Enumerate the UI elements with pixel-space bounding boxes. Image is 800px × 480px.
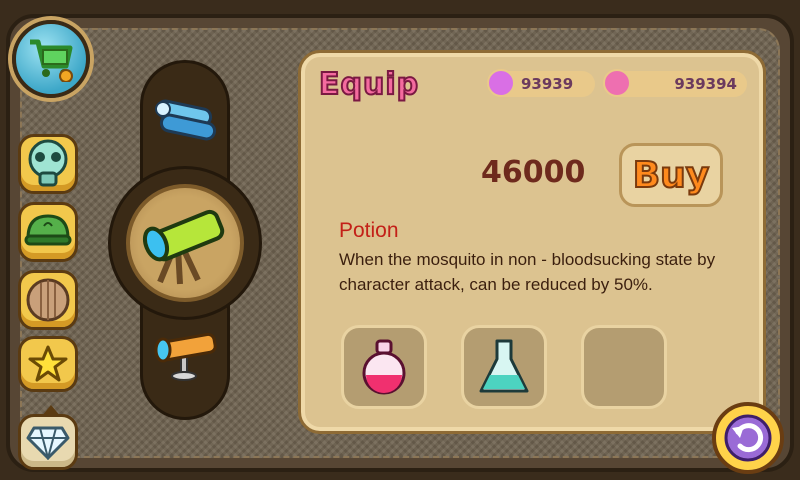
teal-flask-icon [479,339,529,393]
telescope-item-orange[interactable] [150,322,222,386]
diamond-icon [26,426,70,460]
item-slot-red-potion[interactable] [341,325,427,409]
green-telescope-icon [142,209,225,285]
turtle-helmet-icon [24,214,72,246]
gem-currency-value: 93939 [521,75,574,93]
purple-gem-icon [487,69,515,97]
blue-binoculars-icon [155,99,217,141]
sidebar-item-wooden-shield[interactable] [18,270,78,330]
potion-coin-icon [603,69,631,97]
buy-button[interactable]: Buy [619,143,723,207]
shop-cart-button[interactable] [12,20,90,98]
sidebar-item-gas-mask[interactable] [18,134,78,194]
potion-currency-value: 939394 [674,75,737,93]
telescope-item-binoculars[interactable] [150,96,222,146]
potion-currency: 939394 [603,69,747,97]
sidebar-item-turtle-helmet[interactable] [18,202,78,262]
sidebar-item-star[interactable] [18,336,78,392]
category-sidebar [16,124,86,474]
item-description: When the mosquito in non - bloodsucking … [339,250,716,294]
star-icon [28,345,68,382]
gas-mask-icon [28,139,68,187]
item-slot-teal-flask[interactable] [461,325,547,409]
item-name: Potion [339,219,399,242]
item-slot-empty[interactable] [581,325,667,409]
item-price: 46000 [481,155,586,190]
shopping-cart-icon [30,39,73,82]
telescope-item-green[interactable] [138,196,234,292]
back-arrow-icon [724,414,772,462]
sidebar-item-diamond[interactable] [18,405,78,470]
gem-currency: 93939 [487,69,595,97]
red-potion-icon [362,339,406,395]
wooden-shield-icon [26,278,70,322]
equip-panel: Equip 93939 939394 46000 Buy Potion When… [298,50,766,434]
back-button[interactable] [712,402,784,474]
orange-telescope-icon [154,332,217,381]
page-title: Equip [318,66,420,103]
